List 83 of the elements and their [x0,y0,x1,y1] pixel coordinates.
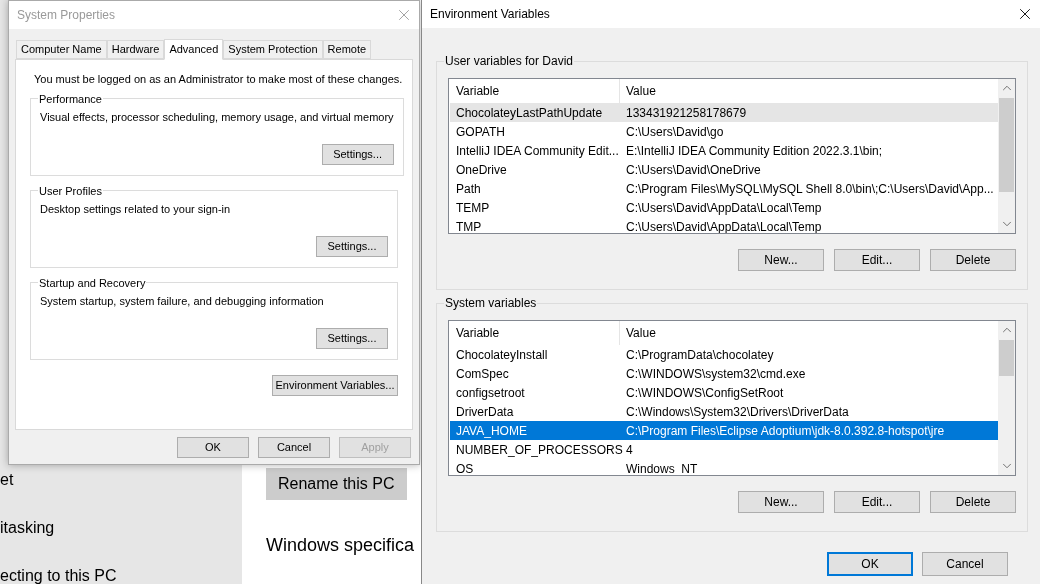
table-cell-text: C:\ProgramData\chocolatey [625,346,775,364]
dialog-button[interactable]: New... [738,249,824,271]
table-cell-text: NUMBER_OF_PROCESSORS [455,441,620,459]
section-heading: Windows specifica [266,534,415,557]
scrollbar-thumb[interactable] [999,340,1014,376]
table-cell-text: ComSpec [455,365,510,383]
table-cell-text: TMP [455,218,483,233]
list-row[interactable]: Path C:\Program Files\MySQL\MySQL Shell 8.0\bin\;C:\Users\David\App... [450,179,998,198]
group-description: Visual effects, processor scheduling, memory usage, and virtual memory [40,110,394,125]
table-cell-text: ChocolateyLastPathUpdate [455,104,604,122]
table-cell-text: DriverData [455,403,515,421]
list-row[interactable]: JAVA_HOME C:\Program Files\Eclipse Adoptium\jdk-8.0.392.8-hotspot\jre [450,421,998,440]
dialog-button[interactable]: Delete [930,491,1016,513]
tab[interactable]: Advanced [164,39,224,60]
scrollbar-thumb[interactable] [999,98,1014,192]
dialog-button[interactable]: Settings... [321,143,394,165]
column-header[interactable]: Value [620,321,998,345]
table-cell-text: TEMP [455,199,491,217]
list-row[interactable]: configsetroot C:\WINDOWS\ConfigSetRoot [450,383,998,402]
group-description: System startup, system failure, and debugging information [40,294,325,309]
group-title: Startup and Recovery [38,275,147,291]
table-cell-text: GOPATH [455,123,506,141]
window-title: Environment Variables [430,6,550,23]
group-title: User variables for David [444,53,575,70]
list-row[interactable]: NUMBER_OF_PROCESSORS 4 [450,440,998,459]
dialog-button[interactable]: Edit... [834,249,920,271]
table-cell-text: OneDrive [455,161,508,179]
dialog-button[interactable]: Cancel [922,552,1008,576]
table-cell-text: C:\Users\David\OneDrive [625,161,762,179]
group-description: Desktop settings related to your sign-in [40,202,232,217]
table-cell-text: C:\Users\David\go [625,123,725,141]
table-cell-text: E:\IntelliJ IDEA Community Edition 2022.3.1\bin; [625,142,884,160]
tab[interactable]: Remote [322,40,372,59]
table-cell-text: C:\Windows\System32\Drivers\DriverData [625,403,850,421]
sidebar-item[interactable]: ecting to this PC [0,564,117,584]
table-cell-text: configsetroot [455,384,526,402]
sidebar-item[interactable]: itasking [0,516,55,540]
column-header[interactable]: Variable [450,321,620,345]
window-title: System Properties [17,7,116,24]
table-cell-text: IntelliJ IDEA Community Edit... [455,142,620,160]
list-row[interactable]: GOPATH C:\Users\David\go [450,122,998,141]
table-cell-text: C:\WINDOWS\system32\cmd.exe [625,365,807,383]
dialog-button[interactable]: Delete [930,249,1016,271]
dialog-button[interactable]: OK [827,552,913,576]
table-cell-text: C:\Users\David\AppData\Local\Temp [625,218,823,233]
dialog-button[interactable]: Edit... [834,491,920,513]
dialog-button[interactable]: Cancel [258,437,330,458]
table-cell-text: C:\Program Files\MySQL\MySQL Shell 8.0\bin\;C:\Users\David\App... [625,180,995,198]
dialog-button[interactable]: Settings... [316,327,388,349]
list-row[interactable]: TMP C:\Users\David\AppData\Local\Temp [450,217,998,233]
list-row[interactable]: TEMP C:\Users\David\AppData\Local\Temp [450,198,998,217]
tab[interactable]: Computer Name [16,40,107,59]
dialog-button[interactable]: New... [738,491,824,513]
list-row[interactable]: OS Windows_NT [450,459,998,475]
list-row[interactable]: ComSpec C:\WINDOWS\system32\cmd.exe [450,364,998,383]
sidebar-item[interactable]: et [0,468,14,492]
list-row[interactable]: ChocolateyLastPathUpdate 133431921258178679 [450,103,998,122]
dialog-button[interactable]: Settings... [316,235,388,257]
tab[interactable]: System Protection [223,40,323,59]
table-cell-text: Path [455,180,482,198]
table-cell-text: C:\WINDOWS\ConfigSetRoot [625,384,785,402]
tab[interactable]: Hardware [106,40,165,59]
dialog-button[interactable]: Environment Variables... [272,374,398,396]
scrollbar[interactable] [998,79,1015,233]
table-cell-text: C:\Program Files\Eclipse Adoptium\jdk-8.0.392.8-hotspot\jre [625,422,946,440]
group-title: Performance [38,91,103,107]
list-row[interactable]: ChocolateyInstall C:\ProgramData\chocolatey [450,345,998,364]
list-row[interactable]: OneDrive C:\Users\David\OneDrive [450,160,998,179]
dialog-button[interactable]: OK [177,437,249,458]
table-cell-text: ChocolateyInstall [455,346,549,364]
group-title: User Profiles [38,183,103,199]
table-cell-text: C:\Users\David\AppData\Local\Temp [625,199,823,217]
scrollbar[interactable] [998,321,1015,475]
table-cell-text: OS [455,460,475,475]
column-header[interactable]: Value [620,79,998,103]
rename-pc-button[interactable]: Rename this PC [266,468,407,500]
group-title: System variables [444,295,538,312]
table-cell-text: Windows_NT [625,460,699,475]
table-cell-text: 4 [625,441,634,459]
list-row[interactable]: DriverData C:\Windows\System32\Drivers\DriverData [450,402,998,421]
table-cell-text: 133431921258178679 [625,104,748,122]
list-row[interactable]: IntelliJ IDEA Community Edit... E:\IntelliJ IDEA Community Edition 2022.3.1\bin; [450,141,998,160]
table-cell-text: JAVA_HOME [455,422,528,440]
